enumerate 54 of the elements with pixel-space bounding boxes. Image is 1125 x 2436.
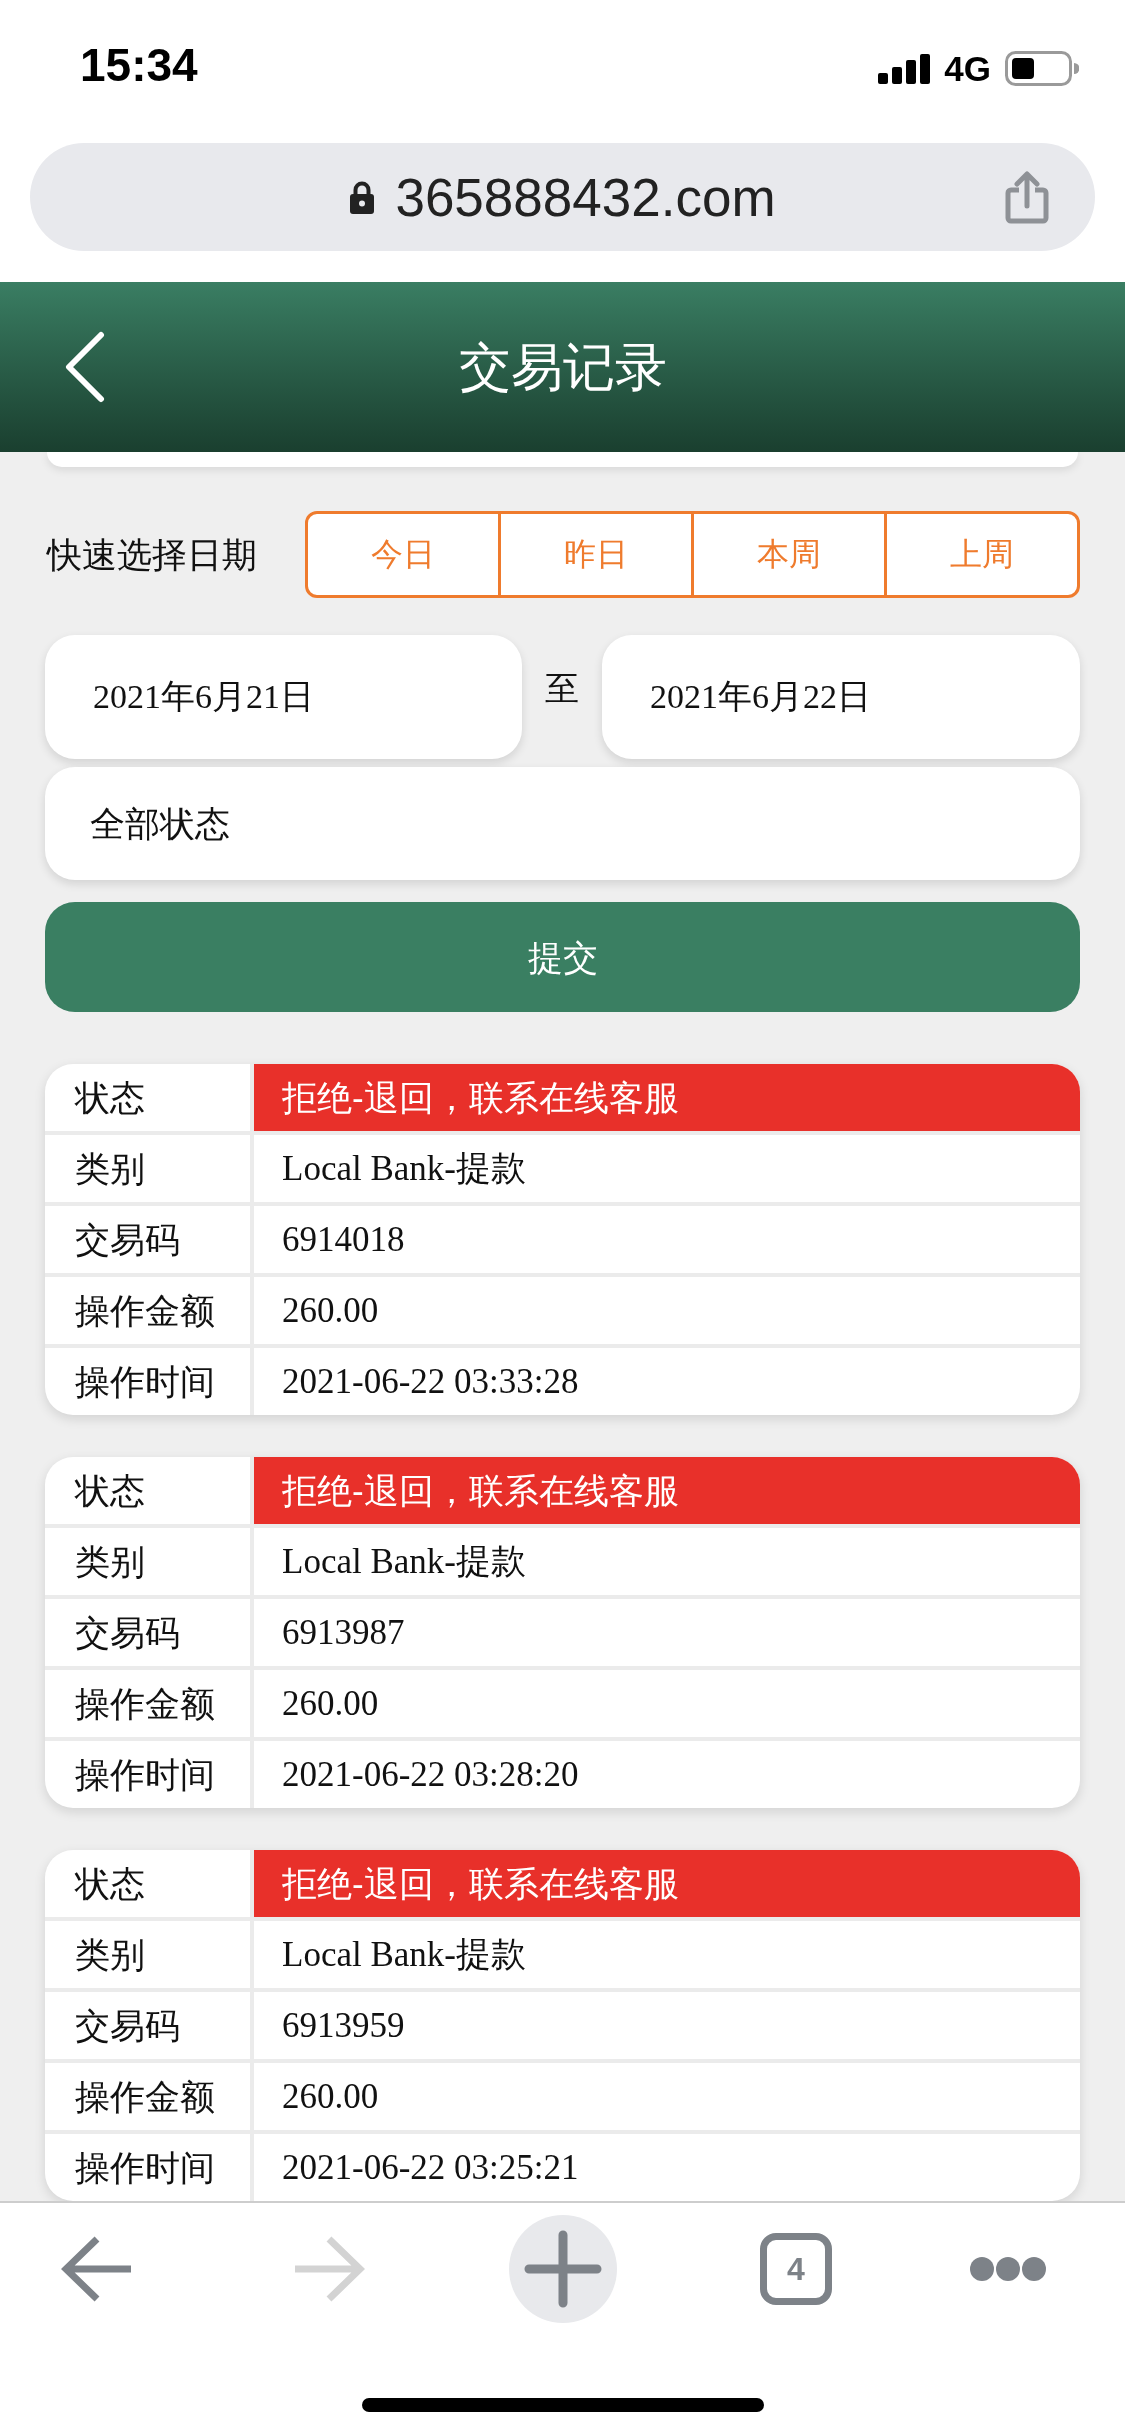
field-label: 类别: [75, 1151, 145, 1186]
battery-icon: [1005, 51, 1079, 86]
quick-date-label: 快速选择日期: [45, 536, 258, 572]
more-icon[interactable]: [969, 2256, 1047, 2282]
end-date-field[interactable]: 2021年6月22日: [602, 634, 1080, 759]
share-icon[interactable]: [1005, 170, 1049, 224]
field-value: 6914018: [282, 1222, 405, 1257]
field-label: 操作时间: [75, 2150, 215, 2185]
submit-button[interactable]: 提交: [45, 902, 1080, 1012]
field-label: 操作金额: [75, 1293, 215, 1328]
field-label: 操作时间: [75, 1757, 215, 1792]
field-label: 交易码: [75, 1222, 180, 1257]
signal-bars-icon: [878, 53, 931, 84]
back-arrow-icon[interactable]: [61, 2236, 133, 2302]
field-value: 2021-06-22 03:33:28: [282, 1364, 579, 1399]
status-select[interactable]: 全部状态: [45, 767, 1080, 880]
field-value: Local Bank-提款: [282, 1937, 526, 1972]
field-value: 260.00: [282, 1686, 379, 1721]
plus-icon[interactable]: [509, 2215, 617, 2323]
field-label: 操作时间: [75, 1364, 215, 1399]
field-label: 状态: [75, 1080, 145, 1115]
quick-date-button[interactable]: 昨日: [498, 511, 694, 598]
field-value: 6913987: [282, 1615, 405, 1650]
quick-date-button[interactable]: 今日: [305, 511, 501, 598]
network-type: 4G: [944, 51, 991, 86]
field-label: 状态: [75, 1866, 145, 1901]
field-value: 2021-06-22 03:28:20: [282, 1757, 579, 1792]
start-date-field[interactable]: 2021年6月21日: [45, 634, 522, 759]
field-value: Local Bank-提款: [282, 1544, 526, 1579]
tabs-button[interactable]: 4: [760, 2233, 832, 2305]
status-banner: 拒绝-退回，联系在线客服: [254, 1850, 1080, 1917]
field-label: 状态: [75, 1473, 145, 1508]
field-value: 260.00: [282, 2079, 379, 2114]
field-value: 6913959: [282, 2008, 405, 2043]
status-banner: 拒绝-退回，联系在线客服: [254, 1457, 1080, 1524]
back-chevron-icon[interactable]: [64, 331, 106, 403]
field-value: 260.00: [282, 1293, 379, 1328]
field-label: 交易码: [75, 2008, 180, 2043]
field-label: 操作金额: [75, 2079, 215, 2114]
clock-time: 15:34: [80, 42, 198, 88]
field-label: 类别: [75, 1544, 145, 1579]
field-label: 交易码: [75, 1615, 180, 1650]
field-value: 2021-06-22 03:25:21: [282, 2150, 579, 2185]
lock-icon: [349, 180, 376, 214]
url-text: 365888432.com: [395, 170, 776, 224]
range-separator: 至: [545, 670, 579, 705]
field-label: 操作金额: [75, 1686, 215, 1721]
field-value: Local Bank-提款: [282, 1151, 526, 1186]
status-banner: 拒绝-退回，联系在线客服: [254, 1064, 1080, 1131]
field-label: 类别: [75, 1937, 145, 1972]
quick-date-button[interactable]: 本周: [691, 511, 887, 598]
quick-date-button[interactable]: 上周: [884, 511, 1080, 598]
page-title: 交易记录: [458, 341, 667, 393]
address-bar[interactable]: 365888432.com: [30, 143, 1095, 251]
